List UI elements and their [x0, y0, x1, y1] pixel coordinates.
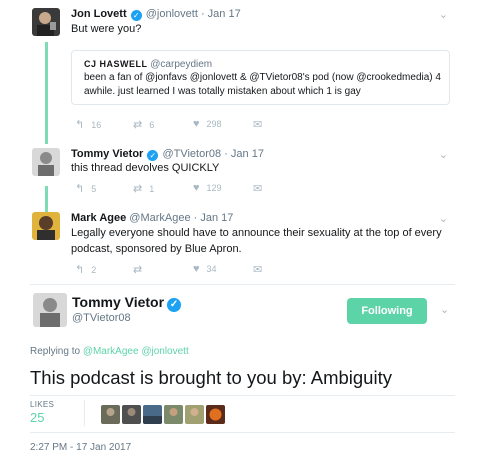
- retweet-count: 6: [149, 120, 155, 130]
- verified-check-icon: ✓: [167, 298, 182, 312]
- liker-avatar[interactable]: [185, 405, 204, 424]
- reply-button[interactable]: ↰ 16: [75, 118, 101, 131]
- liker-avatar[interactable]: [143, 405, 162, 424]
- quote-author-handle: @carpeydiem: [150, 59, 213, 70]
- author-handle[interactable]: @MarkAgee: [129, 212, 190, 224]
- liker-avatar[interactable]: [101, 405, 120, 424]
- divider: [30, 432, 455, 433]
- tweet-text: But were you?: [71, 23, 142, 35]
- author-handle[interactable]: @TVietor08: [162, 148, 221, 160]
- like-button[interactable]: ♥ 298: [193, 118, 222, 130]
- reply-count: 16: [91, 120, 102, 130]
- thread-line: [45, 42, 48, 144]
- replying-to: Replying to @MarkAgee @jonlovett: [30, 346, 189, 357]
- divider: [84, 400, 85, 426]
- quoted-tweet[interactable]: CJ HASWELL @carpeydiem been a fan of @jo…: [71, 50, 450, 105]
- main-author-name-text[interactable]: Tommy Vietor: [72, 294, 164, 310]
- heart-icon: ♥: [193, 182, 200, 194]
- author-name[interactable]: Jon Lovett: [71, 8, 127, 20]
- chevron-down-icon[interactable]: ⌄: [439, 8, 448, 21]
- retweet-icon: ⇄: [133, 119, 143, 131]
- direct-message-button[interactable]: ✉: [253, 118, 262, 131]
- likes-label[interactable]: LIKES: [30, 400, 54, 409]
- divider: [30, 395, 455, 396]
- retweet-icon: ⇄: [133, 264, 143, 276]
- tweet-text: this thread devolves QUICKLY: [71, 162, 220, 174]
- direct-message-icon: ✉: [253, 183, 263, 195]
- heart-icon: ♥: [193, 263, 200, 275]
- avatar[interactable]: [32, 148, 60, 176]
- thread-line: [45, 186, 48, 212]
- reply-button[interactable]: ↰ 2: [75, 263, 96, 276]
- tweet-header: Jon Lovett ✓ @jonlovett · Jan 17: [71, 8, 241, 21]
- main-author-handle[interactable]: @TVietor08: [72, 312, 131, 324]
- like-count: 298: [206, 119, 222, 129]
- liker-avatar[interactable]: [164, 405, 183, 424]
- reply-icon: ↰: [75, 183, 85, 195]
- likes-count[interactable]: 25: [30, 410, 44, 425]
- direct-message-icon: ✉: [253, 119, 263, 131]
- author-handle[interactable]: @jonlovett: [146, 8, 198, 20]
- like-button[interactable]: ♥ 129: [193, 182, 222, 194]
- chevron-down-icon[interactable]: ⌄: [440, 303, 449, 316]
- main-tweet-text: This podcast is brought to you by: Ambig…: [30, 367, 392, 388]
- heart-icon: ♥: [193, 118, 200, 130]
- divider: [30, 284, 455, 285]
- reply-count: 2: [91, 265, 97, 275]
- direct-message-button[interactable]: ✉: [253, 263, 262, 276]
- avatar[interactable]: [33, 293, 67, 327]
- like-button[interactable]: ♥ 34: [193, 263, 217, 275]
- avatar[interactable]: [32, 8, 60, 36]
- quote-text: been a fan of @jonfavs @jonlovett & @TVi…: [84, 72, 441, 97]
- tweet-date[interactable]: · Jan 17: [201, 8, 241, 20]
- retweet-button[interactable]: ⇄ 1: [133, 182, 154, 195]
- retweet-button[interactable]: ⇄: [133, 263, 149, 276]
- tweet-header: Mark Agee @MarkAgee · Jan 17: [71, 212, 233, 224]
- author-name[interactable]: Tommy Vietor: [71, 148, 143, 160]
- retweet-icon: ⇄: [133, 183, 143, 195]
- main-author-name[interactable]: Tommy Vietor ✓: [72, 294, 182, 312]
- tweet-date[interactable]: · Jan 17: [224, 148, 264, 160]
- liker-avatar[interactable]: [122, 405, 141, 424]
- tweet-timestamp[interactable]: 2:27 PM - 17 Jan 2017: [30, 442, 131, 453]
- liker-avatar[interactable]: [206, 405, 225, 424]
- reply-button[interactable]: ↰ 5: [75, 182, 96, 195]
- like-count: 34: [206, 264, 217, 274]
- reply-icon: ↰: [75, 119, 85, 131]
- direct-message-icon: ✉: [253, 264, 263, 276]
- replying-to-handles[interactable]: @MarkAgee @jonlovett: [83, 346, 189, 357]
- like-count: 129: [206, 183, 222, 193]
- chevron-down-icon[interactable]: ⌄: [439, 212, 448, 225]
- tweet-date[interactable]: · Jan 17: [194, 212, 234, 224]
- following-button[interactable]: Following: [347, 298, 427, 324]
- direct-message-button[interactable]: ✉: [253, 182, 262, 195]
- retweet-button[interactable]: ⇄ 6: [133, 118, 154, 131]
- reply-count: 5: [91, 184, 97, 194]
- quote-header: CJ HASWELL @carpeydiem: [84, 59, 212, 70]
- quote-author-name: CJ HASWELL: [84, 59, 148, 69]
- tweet-text: Legally everyone should have to announce…: [71, 227, 442, 255]
- verified-check-icon: ✓: [130, 10, 142, 21]
- avatar[interactable]: [32, 212, 60, 240]
- replying-prefix: Replying to: [30, 346, 81, 357]
- author-name[interactable]: Mark Agee: [71, 212, 126, 224]
- retweet-count: 1: [149, 184, 155, 194]
- reply-icon: ↰: [75, 264, 85, 276]
